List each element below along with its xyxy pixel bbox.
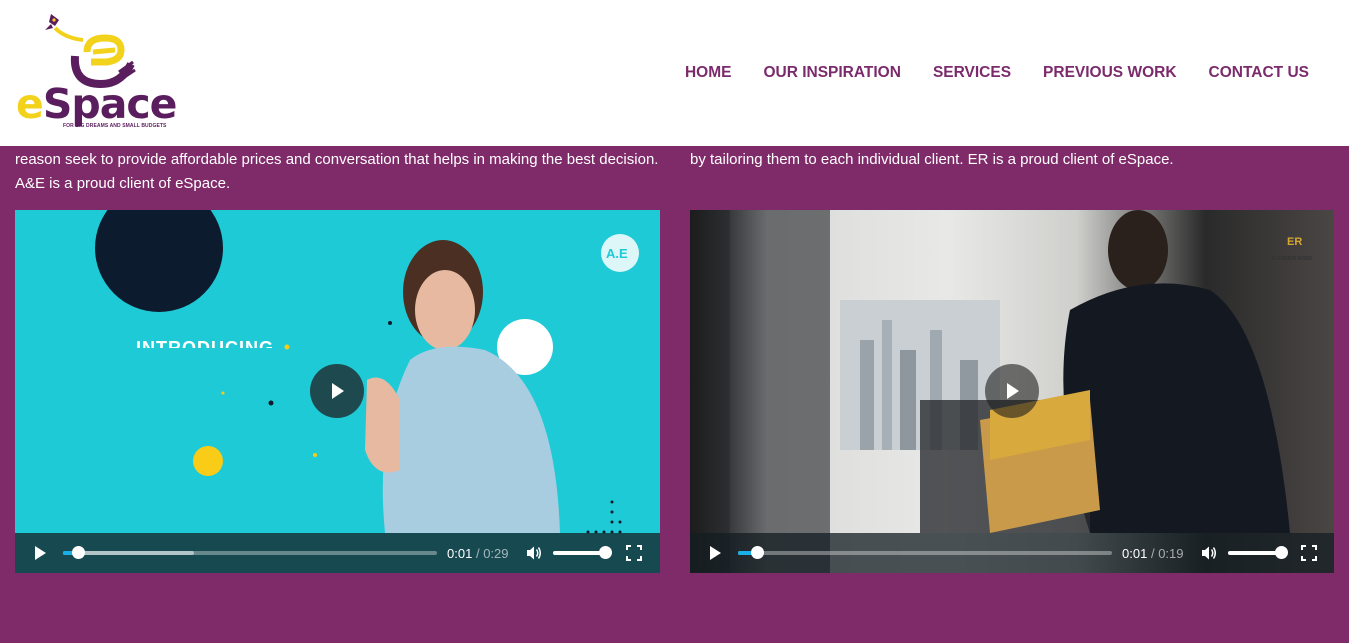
volume-icon bbox=[526, 546, 541, 560]
volume-thumb[interactable] bbox=[598, 546, 612, 559]
time-separator: / bbox=[475, 545, 480, 561]
play-icon bbox=[1007, 383, 1019, 399]
site-header: eSpace FOR BIG DREAMS AND SMALL BUDGETS … bbox=[0, 0, 1349, 146]
play-overlay-button[interactable] bbox=[310, 364, 364, 418]
current-time: 0:01 bbox=[1122, 545, 1148, 561]
fullscreen-icon bbox=[1300, 545, 1317, 561]
play-icon bbox=[35, 546, 46, 560]
volume-fill bbox=[1227, 551, 1281, 555]
fullscreen-icon bbox=[625, 545, 642, 561]
fullscreen-button[interactable] bbox=[623, 542, 645, 564]
client-card-ae: reason seek to provide affordable prices… bbox=[15, 146, 660, 573]
current-time: 0:01 bbox=[447, 545, 473, 561]
time-display: 0:01 / 0:19 bbox=[1122, 546, 1184, 561]
nav-home[interactable]: HOME bbox=[685, 64, 732, 82]
time-display: 0:01 / 0:29 bbox=[447, 546, 509, 561]
play-icon bbox=[710, 546, 721, 560]
progress-bar[interactable] bbox=[63, 546, 437, 559]
time-separator: / bbox=[1150, 545, 1155, 561]
nav-previous-work[interactable]: PREVIOUS WORK bbox=[1043, 64, 1176, 82]
play-button[interactable] bbox=[704, 542, 726, 564]
volume-slider[interactable] bbox=[1227, 546, 1288, 559]
video-controls: 0:01 / 0:19 bbox=[690, 533, 1334, 573]
espace-logo[interactable]: eSpace FOR BIG DREAMS AND SMALL BUDGETS bbox=[15, 12, 180, 134]
video-controls: 0:01 / 0:29 bbox=[15, 533, 660, 573]
main-nav: HOME OUR INSPIRATION SERVICES PREVIOUS W… bbox=[685, 64, 1309, 82]
play-icon bbox=[332, 383, 344, 399]
volume-fill bbox=[552, 551, 605, 555]
play-overlay-button[interactable] bbox=[985, 364, 1039, 418]
client-card-er: by tailoring them to each individual cli… bbox=[690, 146, 1334, 573]
play-button[interactable] bbox=[29, 542, 51, 564]
progress-thumb[interactable] bbox=[750, 546, 764, 559]
progress-thumb[interactable] bbox=[71, 546, 85, 559]
fullscreen-button[interactable] bbox=[1298, 542, 1320, 564]
video-player[interactable]: INTRODUCING A.E 0:01 / 0:29 bbox=[15, 210, 660, 573]
duration: 0:19 bbox=[1158, 545, 1184, 561]
duration: 0:29 bbox=[483, 545, 509, 561]
client-corner-logo: A.E bbox=[606, 246, 628, 261]
volume-slider[interactable] bbox=[552, 546, 612, 559]
logo-tagline: FOR BIG DREAMS AND SMALL BUDGETS bbox=[63, 123, 167, 129]
volume-icon bbox=[1201, 546, 1216, 560]
nav-services[interactable]: SERVICES bbox=[933, 64, 1011, 82]
client-description: by tailoring them to each individual cli… bbox=[690, 151, 1174, 168]
client-corner-logo: ER bbox=[1287, 236, 1303, 248]
progress-bar[interactable] bbox=[738, 546, 1112, 559]
nav-contact-us[interactable]: CONTACT US bbox=[1209, 64, 1309, 82]
logo-wordmark: eSpace bbox=[16, 80, 177, 128]
mute-button[interactable] bbox=[1198, 542, 1220, 564]
client-description: reason seek to provide affordable prices… bbox=[15, 151, 659, 192]
client-corner-logo-caption: ELEANOR ROSS bbox=[1272, 256, 1313, 262]
nav-our-inspiration[interactable]: OUR INSPIRATION bbox=[763, 64, 901, 82]
video-player[interactable]: ER ELEANOR ROSS 0:01 / 0:19 bbox=[690, 210, 1334, 573]
video-overlay-text: INTRODUCING bbox=[136, 338, 274, 348]
mute-button[interactable] bbox=[523, 542, 545, 564]
volume-thumb[interactable] bbox=[1274, 546, 1288, 559]
